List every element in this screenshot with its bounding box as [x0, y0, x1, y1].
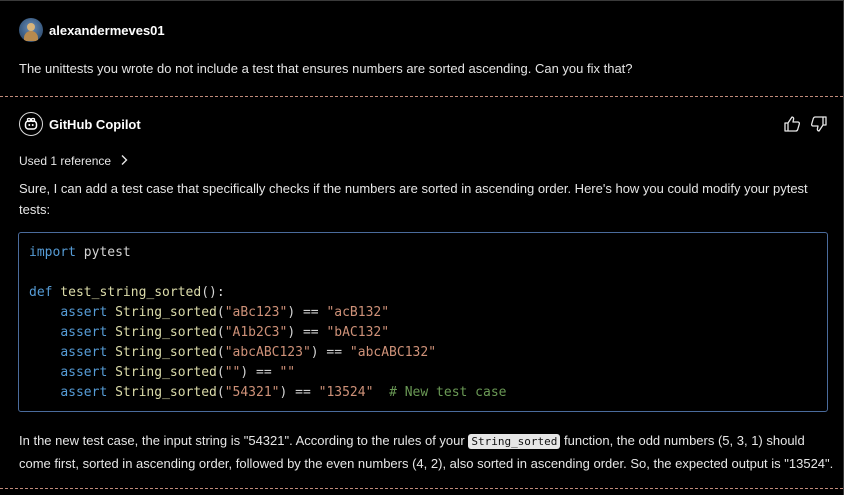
code-function-name: test_string_sorted	[52, 285, 202, 300]
references-label: Used 1 reference	[19, 154, 112, 168]
message-divider	[0, 488, 843, 489]
chevron-right-icon	[119, 153, 129, 169]
code-block[interactable]: import pytest def test_string_sorted(): …	[18, 232, 828, 412]
assistant-intro: Sure, I can add a test case that specifi…	[19, 181, 808, 217]
code-signature: ():	[201, 285, 225, 300]
assistant-name: GitHub Copilot	[49, 117, 141, 132]
thumbs-up-icon[interactable]	[783, 115, 801, 133]
code-content: import pytest def test_string_sorted(): …	[29, 243, 506, 403]
code-line: assert String_sorted("") == ""	[60, 365, 296, 380]
user-name[interactable]: alexandermeves01	[49, 23, 165, 38]
code-keyword: import	[29, 245, 76, 260]
code-line: assert String_sorted("aBc123") == "acB13…	[60, 305, 390, 320]
code-comment: # New test case	[389, 385, 507, 400]
user-message: The unittests you wrote do not include a…	[19, 61, 633, 76]
outro-text-start: In the new test case, the input string i…	[19, 433, 469, 448]
copilot-icon	[19, 112, 43, 136]
thumbs-down-icon[interactable]	[810, 115, 828, 133]
user-avatar[interactable]	[19, 18, 43, 42]
code-line: assert String_sorted("A1b2C3") == "bAC13…	[60, 325, 390, 340]
code-line: assert String_sorted("abcABC123") == "ab…	[60, 345, 437, 360]
code-line: assert String_sorted("54321") == "13524"…	[60, 385, 507, 400]
references-toggle[interactable]: Used 1 reference	[19, 153, 129, 169]
code-keyword: def	[29, 285, 53, 300]
code-module: pytest	[75, 245, 131, 260]
inline-code: String_sorted	[468, 434, 561, 449]
assistant-outro: In the new test case, the input string i…	[19, 430, 839, 475]
message-divider	[0, 96, 843, 97]
avatar-figure-body	[24, 31, 38, 41]
top-border	[0, 0, 844, 1]
avatar-figure-head	[27, 23, 35, 31]
